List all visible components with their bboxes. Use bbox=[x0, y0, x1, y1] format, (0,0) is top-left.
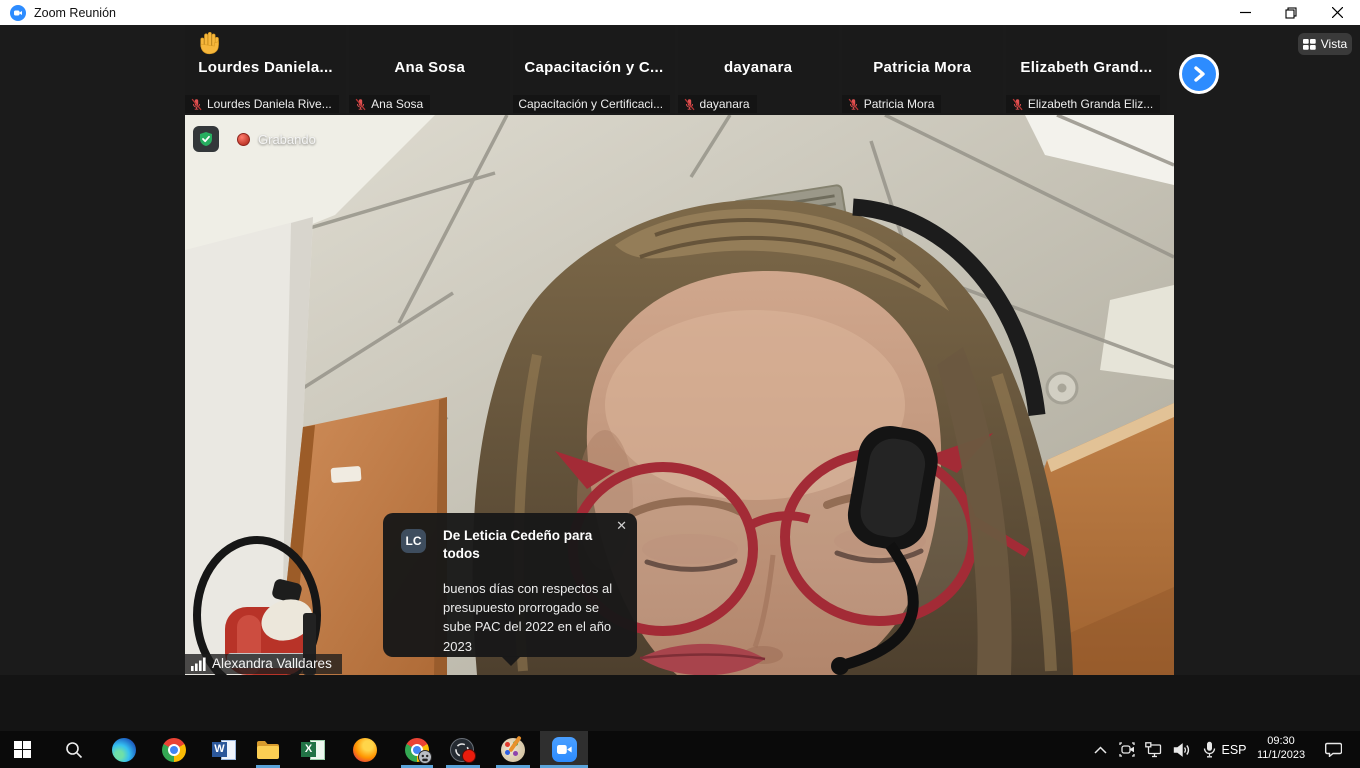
chevron-up-icon bbox=[1094, 746, 1107, 754]
tray-time: 09:30 bbox=[1250, 734, 1312, 748]
start-button[interactable] bbox=[0, 731, 44, 768]
taskbar-edge-icon[interactable] bbox=[102, 731, 146, 768]
muted-mic-icon bbox=[683, 98, 696, 111]
recording-dot-icon bbox=[237, 133, 250, 146]
taskbar-explorer-icon[interactable] bbox=[246, 731, 290, 768]
recording-label: Grabando bbox=[258, 132, 316, 147]
participant-tile[interactable]: dayanara dayanara bbox=[678, 25, 839, 115]
raised-hand-icon bbox=[197, 30, 222, 60]
taskbar-zoom-icon[interactable] bbox=[542, 731, 586, 768]
participant-label: Elizabeth Granda Eliz... bbox=[1006, 95, 1160, 113]
taskbar-excel-icon[interactable]: X bbox=[291, 731, 335, 768]
participant-name: Ana Sosa bbox=[349, 59, 510, 76]
participant-label: dayanara bbox=[678, 95, 757, 113]
participant-label: Patricia Mora bbox=[842, 95, 942, 113]
tray-volume-icon[interactable] bbox=[1170, 731, 1194, 768]
window-title: Zoom Reunión bbox=[34, 6, 116, 20]
participant-tile[interactable]: Ana Sosa Ana Sosa bbox=[349, 25, 510, 115]
chat-message-text: buenos días con respectos al presupuesto… bbox=[443, 579, 627, 656]
close-icon[interactable] bbox=[1314, 0, 1360, 25]
taskbar-chrome-webcam-icon[interactable] bbox=[395, 731, 439, 768]
next-participants-page-button[interactable] bbox=[1179, 54, 1219, 94]
view-button[interactable]: Vista bbox=[1298, 33, 1352, 55]
participant-tile[interactable]: Capacitación y C... Capacitación y Certi… bbox=[513, 25, 674, 115]
participant-name: Lourdes Daniela... bbox=[185, 59, 346, 76]
zoom-meeting-window: Zoom Reunión Lourdes Daniela... Lourdes … bbox=[0, 0, 1360, 768]
search-icon bbox=[65, 741, 83, 759]
folder-icon bbox=[256, 740, 280, 760]
muted-mic-icon bbox=[190, 98, 203, 111]
security-shield-icon[interactable] bbox=[193, 126, 219, 152]
zoom-app-icon bbox=[10, 5, 26, 21]
tray-language-indicator[interactable]: ESP bbox=[1219, 731, 1249, 768]
chat-notification-popup: LC De Leticia Cedeño para todos buenos d… bbox=[383, 513, 637, 657]
minimize-icon[interactable] bbox=[1222, 0, 1268, 25]
muted-mic-icon bbox=[847, 98, 860, 111]
participant-name: Elizabeth Grand... bbox=[1006, 59, 1167, 76]
participant-tile[interactable]: Patricia Mora Patricia Mora bbox=[842, 25, 1003, 115]
participant-name: Capacitación y C... bbox=[513, 59, 674, 76]
participant-label: Lourdes Daniela Rive... bbox=[185, 95, 339, 113]
close-icon[interactable]: ✕ bbox=[616, 519, 627, 532]
windows-taskbar: W X bbox=[0, 731, 1360, 768]
active-speaker-label: Alexandra Valldares bbox=[185, 654, 342, 674]
action-center-icon[interactable] bbox=[1320, 731, 1346, 768]
avatar: LC bbox=[401, 529, 426, 553]
restore-icon[interactable] bbox=[1268, 0, 1314, 25]
search-button[interactable] bbox=[52, 731, 96, 768]
muted-mic-icon bbox=[1011, 98, 1024, 111]
tray-date: 11/1/2023 bbox=[1250, 748, 1312, 762]
meeting-toolbar: Reactivar audio Iniciar vídeo 380 Partic… bbox=[0, 675, 1360, 731]
muted-mic-icon bbox=[354, 98, 367, 111]
tray-microphone-icon[interactable] bbox=[1197, 731, 1221, 768]
tray-camera-in-use-icon[interactable] bbox=[1115, 731, 1139, 768]
signal-bars-icon bbox=[191, 657, 206, 671]
participant-name: dayanara bbox=[678, 59, 839, 76]
participant-tile[interactable]: Elizabeth Grand... Elizabeth Granda Eliz… bbox=[1006, 25, 1167, 115]
taskbar-obs-icon[interactable] bbox=[440, 731, 484, 768]
windows-logo-icon bbox=[14, 741, 31, 758]
tray-show-hidden-icons[interactable] bbox=[1088, 731, 1112, 768]
overlay-badge-icon bbox=[418, 750, 432, 764]
main-video-tile bbox=[185, 115, 1174, 675]
participant-label: Ana Sosa bbox=[349, 95, 430, 113]
tray-clock[interactable]: 09:30 11/1/2023 bbox=[1250, 734, 1312, 762]
grid-view-icon bbox=[1303, 39, 1316, 50]
taskbar-chrome-icon[interactable] bbox=[152, 731, 196, 768]
taskbar-word-icon[interactable]: W bbox=[202, 731, 246, 768]
participant-label: Capacitación y Certificaci... bbox=[513, 95, 670, 113]
recording-indicator: Grabando bbox=[193, 126, 316, 152]
participant-tile[interactable]: Lourdes Daniela... Lourdes Daniela Rive.… bbox=[185, 25, 346, 115]
popup-pointer bbox=[501, 656, 521, 666]
chevron-right-icon bbox=[1192, 66, 1206, 82]
taskbar-firefox-icon[interactable] bbox=[343, 731, 387, 768]
brush-icon bbox=[508, 735, 522, 752]
chat-message-title: De Leticia Cedeño para todos bbox=[443, 527, 621, 563]
title-bar: Zoom Reunión bbox=[0, 0, 1360, 25]
taskbar-paint-icon[interactable] bbox=[491, 731, 535, 768]
participant-strip: Lourdes Daniela... Lourdes Daniela Rive.… bbox=[185, 25, 1167, 115]
webcam-scene bbox=[185, 115, 1174, 675]
participant-name: Patricia Mora bbox=[842, 59, 1003, 76]
tray-network-icon[interactable] bbox=[1142, 731, 1166, 768]
